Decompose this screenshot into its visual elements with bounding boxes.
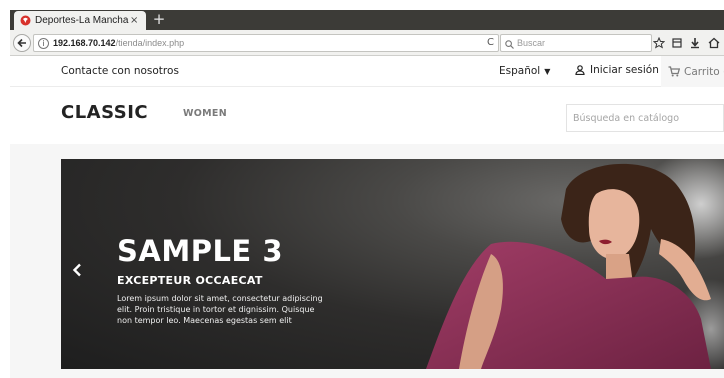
tab-title: Deportes-La Mancha	[35, 15, 129, 26]
browser-toolbar: i 192.168.70.142/tienda/index.php C Busc…	[10, 30, 724, 56]
browser-tab[interactable]: Deportes-La Mancha ×	[14, 11, 146, 30]
slider-prev-button[interactable]	[69, 261, 85, 279]
back-arrow-icon	[17, 38, 26, 48]
slide-title: SAMPLE 3	[117, 234, 284, 268]
signin-label: Iniciar sesión	[590, 64, 659, 76]
browser-search-bar[interactable]: Buscar	[500, 34, 652, 52]
search-icon	[505, 34, 514, 53]
language-label: Español	[499, 65, 541, 77]
catalog-search-box[interactable]	[566, 104, 724, 132]
url-host: 192.168.70.142	[53, 38, 116, 48]
user-icon	[575, 65, 585, 75]
close-tab-icon[interactable]: ×	[128, 15, 140, 26]
address-bar[interactable]: i 192.168.70.142/tienda/index.php C	[33, 34, 499, 52]
cart-button[interactable]: Carrito (	[661, 56, 724, 87]
download-icon[interactable]	[688, 35, 702, 51]
info-icon[interactable]: i	[38, 37, 49, 49]
url-path: /tienda/index.php	[115, 38, 185, 48]
tab-strip: Deportes-La Mancha × +	[0, 0, 724, 30]
favicon-icon	[20, 15, 31, 26]
language-selector[interactable]: Español ▼	[499, 65, 550, 77]
home-icon[interactable]	[707, 35, 721, 51]
browser-window: Deportes-La Mancha × + i 192.168.70.142/…	[0, 0, 724, 378]
main-content: SAMPLE 3 EXCEPTEUR OCCAECAT Lorem ipsum …	[10, 144, 724, 378]
contact-link[interactable]: Contacte con nosotros	[61, 65, 179, 77]
store-top-nav: Contacte con nosotros Español ▼ Iniciar …	[10, 56, 724, 87]
new-tab-button[interactable]: +	[151, 11, 167, 27]
image-slider[interactable]: SAMPLE 3 EXCEPTEUR OCCAECAT Lorem ipsum …	[61, 159, 724, 369]
slide-subtitle: EXCEPTEUR OCCAECAT	[117, 274, 263, 287]
cart-label: Carrito (	[684, 65, 724, 78]
chevron-left-icon	[72, 263, 81, 277]
menu-item-women[interactable]: WOMEN	[183, 108, 227, 119]
library-icon[interactable]	[670, 35, 684, 51]
signin-link[interactable]: Iniciar sesión	[575, 64, 659, 76]
search-placeholder: Buscar	[517, 38, 546, 48]
back-button[interactable]	[13, 34, 31, 52]
cart-icon	[668, 66, 680, 77]
catalog-search-input[interactable]	[573, 112, 711, 124]
slide-description: Lorem ipsum dolor sit amet, consectetur …	[117, 294, 323, 325]
store-header: CLASSIC WOMEN	[10, 87, 724, 144]
reload-button[interactable]: C	[487, 37, 494, 48]
store-logo[interactable]: CLASSIC	[61, 102, 148, 123]
caret-down-icon: ▼	[544, 66, 551, 76]
star-icon[interactable]	[652, 35, 666, 51]
